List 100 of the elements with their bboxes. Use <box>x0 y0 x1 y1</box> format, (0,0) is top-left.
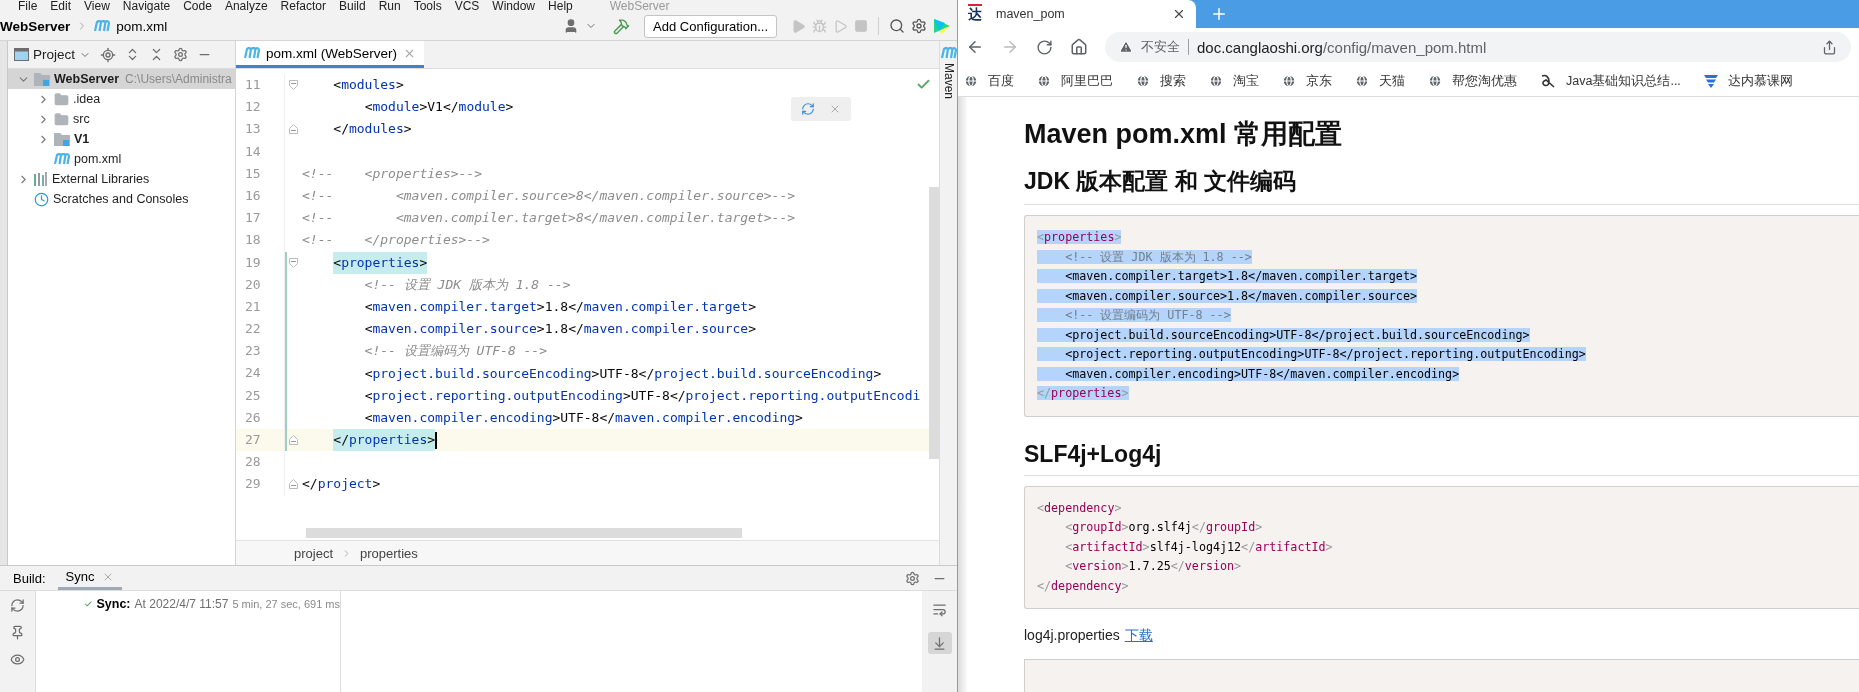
globe-icon <box>1209 74 1223 88</box>
settings-icon[interactable] <box>911 18 927 34</box>
menu-item[interactable]: Refactor <box>280 0 326 12</box>
breadcrumb-item[interactable]: properties <box>360 545 418 561</box>
maven-file-icon <box>94 20 111 32</box>
settings-icon[interactable] <box>173 47 189 62</box>
maven-reload-icon[interactable] <box>801 102 815 116</box>
wrap-lines-icon <box>932 601 947 617</box>
maven-tool-tab[interactable]: Maven <box>939 41 957 565</box>
bookmark[interactable]: Java基础知识总结... <box>1540 72 1681 90</box>
add-configuration-button[interactable]: Add Configuration... <box>644 14 777 38</box>
line-number: 25 <box>244 386 262 405</box>
bookmark[interactable]: 帮您淘优惠 <box>1428 72 1517 90</box>
scrollbar-thumb[interactable] <box>306 528 742 538</box>
scrollbar-thumb[interactable] <box>929 187 939 459</box>
menu-item[interactable]: View <box>84 0 110 12</box>
line-number: 22 <box>244 320 262 339</box>
forward-icon[interactable] <box>1001 38 1019 56</box>
address-bar[interactable]: 不安全 doc.canglaoshi.org/config/maven_pom.html <box>1105 32 1851 62</box>
locate-icon[interactable] <box>100 46 117 63</box>
settings-icon[interactable] <box>905 570 920 586</box>
menu-item[interactable]: Navigate <box>122 0 171 12</box>
menu-item[interactable]: Code <box>183 0 212 12</box>
search-icon[interactable] <box>889 18 905 34</box>
close-icon[interactable] <box>1172 7 1186 21</box>
tree-item[interactable]: V1 <box>8 129 235 149</box>
maven-file-icon <box>54 153 70 165</box>
check-icon <box>916 77 931 92</box>
share-icon[interactable] <box>1822 39 1837 55</box>
panel-label: Build: <box>13 570 46 586</box>
browser-tab[interactable]: 达 maven_pom <box>958 0 1196 28</box>
line-number: 26 <box>244 408 262 427</box>
home-icon[interactable] <box>1070 38 1088 56</box>
pin-icon[interactable] <box>10 625 25 640</box>
menu-item[interactable]: Tools <box>413 0 442 12</box>
bookmark[interactable]: 天猫 <box>1355 72 1405 90</box>
menu-item[interactable]: Run <box>378 0 401 12</box>
menu-item[interactable]: Window <box>492 0 536 12</box>
tree-item[interactable]: External Libraries <box>8 169 235 189</box>
bookmark[interactable]: 搜索 <box>1136 72 1186 90</box>
menu-item[interactable]: Analyze <box>224 0 268 12</box>
code-line: <!-- 设置 JDK 版本为 1.8 --> <box>363 275 571 294</box>
hammer-icon[interactable] <box>613 17 631 35</box>
back-icon[interactable] <box>966 38 984 56</box>
globe-icon <box>1428 74 1442 88</box>
line-number: 23 <box>244 342 262 361</box>
menu-item[interactable]: File <box>18 0 38 12</box>
code-line: <!-- <maven.compiler.target>8</maven.compiler.target>--> <box>302 209 796 228</box>
breadcrumb-item[interactable]: WebServer <box>0 18 71 34</box>
code-line: <modules> <box>332 76 404 95</box>
line-number: 18 <box>244 231 262 250</box>
menu-item[interactable]: Build <box>338 0 366 12</box>
bookmark[interactable]: 达内慕课网 <box>1703 72 1793 90</box>
globe-icon <box>964 74 978 88</box>
code-line: <!-- </properties>--> <box>302 231 490 250</box>
tree-item[interactable]: .idea <box>8 89 235 109</box>
tree-item[interactable]: src <box>8 109 235 129</box>
sync-duration: 5 min, 27 sec, 691 ms <box>232 598 340 610</box>
code-line: </modules> <box>332 120 412 139</box>
download-link[interactable]: 下载 <box>1124 627 1153 643</box>
editor-tab[interactable]: pom.xml (WebServer) <box>236 41 425 68</box>
line-number: 27 <box>244 431 262 449</box>
code-line: <project.build.sourceEncoding>UTF-8</project.build.sourceEncoding> <box>363 364 882 383</box>
tree-item[interactable]: WebServer C:\Users\Administra <box>8 69 235 89</box>
sync-title: Sync: <box>96 597 131 611</box>
refresh-icon[interactable] <box>10 598 25 613</box>
line-number: 16 <box>244 186 262 205</box>
menu-item[interactable]: Edit <box>50 0 72 12</box>
project-view-dropdown[interactable]: Project <box>14 47 92 62</box>
bookmark[interactable]: 京东 <box>1282 72 1332 90</box>
fold-icon[interactable] <box>289 479 298 490</box>
module-folder-icon <box>54 132 70 146</box>
bookmark[interactable]: 百度 <box>964 72 1014 90</box>
fold-icon[interactable] <box>289 257 298 268</box>
line-number: 12 <box>244 98 262 117</box>
code-line: </project> <box>302 475 381 494</box>
fold-icon[interactable] <box>289 124 298 135</box>
module-folder-icon <box>34 72 50 86</box>
scroll-to-end-toggle[interactable] <box>927 632 952 654</box>
logo-icon[interactable] <box>933 17 951 35</box>
code-line: <!-- <properties>--> <box>302 164 482 183</box>
page-title: Maven pom.xml 常用配置 <box>1024 118 1344 151</box>
tree-item[interactable]: Scratches and Consoles <box>8 189 235 209</box>
scratches-icon <box>34 191 49 207</box>
reload-icon[interactable] <box>1036 38 1053 56</box>
menu-item[interactable]: Help <box>548 0 573 12</box>
breadcrumb-item[interactable]: pom.xml <box>116 18 168 34</box>
url-text: doc.canglaoshi.org/config/maven_pom.html <box>1197 38 1487 56</box>
tree-item[interactable]: pom.xml <box>8 149 235 169</box>
new-tab-icon[interactable] <box>1210 5 1228 23</box>
bookmark[interactable]: 淘宝 <box>1209 72 1259 90</box>
window-title: WebServer <box>609 0 670 12</box>
breadcrumb-item[interactable]: project <box>294 545 334 561</box>
line-number: 24 <box>244 364 262 383</box>
menu-item[interactable]: VCS <box>454 0 480 12</box>
bookmark[interactable]: 阿里巴巴 <box>1037 72 1113 90</box>
code-line: <!-- <maven.compiler.source>8</maven.compiler.source>--> <box>302 187 796 206</box>
fold-icon[interactable] <box>289 80 298 91</box>
window-icon <box>14 48 29 61</box>
eye-icon[interactable] <box>10 652 25 667</box>
